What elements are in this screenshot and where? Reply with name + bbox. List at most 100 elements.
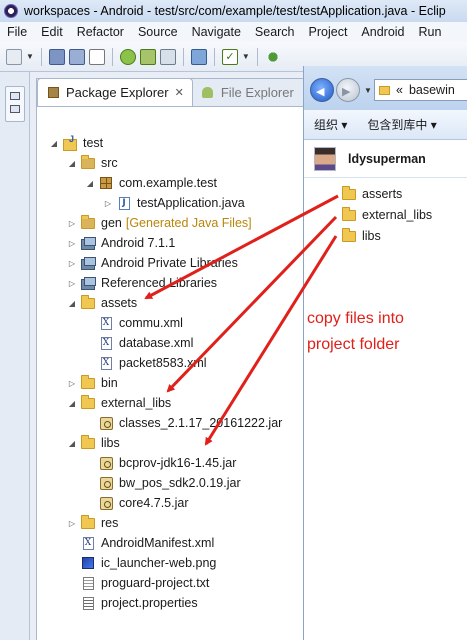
source-folder-icon (81, 154, 95, 170)
explorer-folder-external-libs[interactable]: external_libs (342, 205, 432, 225)
tree-item-android-library[interactable]: ▷ Android 7.1.1 (67, 233, 175, 253)
history-dropdown-icon[interactable]: ▼ (364, 86, 372, 95)
menu-refactor[interactable]: Refactor (70, 25, 131, 39)
avd-manager-icon[interactable] (139, 48, 156, 65)
toolbar-separator (40, 47, 42, 66)
folder-icon (81, 394, 95, 410)
tab-package-explorer[interactable]: Package Explorer ✕ (37, 78, 193, 106)
debug-icon[interactable] (264, 48, 281, 65)
library-icon (81, 276, 96, 290)
tree-item-assets[interactable]: ◢ assets (67, 293, 137, 313)
tree-item-classes-jar[interactable]: classes_2.1.17_20161222.jar (99, 413, 282, 433)
source-folder-icon (81, 214, 95, 230)
tree-item-test[interactable]: ◢ test (49, 133, 103, 153)
external-tools-icon[interactable] (190, 48, 207, 65)
expand-icon[interactable]: ▷ (67, 519, 77, 528)
package-explorer-panel: Package Explorer ✕ File Explorer ◢ test … (36, 78, 306, 640)
tree-item-libs[interactable]: ◢ libs (67, 433, 120, 453)
tree-item-label: libs (101, 436, 120, 450)
tree-item-label: gen (101, 216, 122, 230)
tab-package-explorer-label: Package Explorer (66, 85, 169, 100)
tree-item-packet-xml[interactable]: X packet8583.xml (99, 353, 207, 373)
tab-file-explorer[interactable]: File Explorer (193, 78, 302, 106)
address-bar[interactable]: « basewin (374, 79, 467, 101)
collapse-icon[interactable]: ◢ (85, 179, 95, 188)
expand-icon[interactable]: ▷ (67, 259, 77, 268)
tree-item-label: com.example.test (119, 176, 217, 190)
android-project-icon (63, 134, 77, 151)
tree-item-src[interactable]: ◢ src (67, 153, 118, 173)
tree-item-private-libraries[interactable]: ▷ Android Private Libraries (67, 253, 238, 273)
folder-label: libs (362, 229, 381, 243)
expand-icon[interactable]: ▷ (67, 219, 77, 228)
print-icon[interactable] (88, 48, 105, 65)
close-icon[interactable]: ✕ (175, 86, 184, 99)
expand-icon[interactable]: ▷ (103, 199, 113, 208)
tree-item-bin[interactable]: ▷ bin (67, 373, 118, 393)
xml-file-icon: X (99, 316, 113, 330)
collapse-icon[interactable]: ◢ (49, 139, 59, 148)
xml-file-icon: X (81, 536, 95, 550)
explorer-folder-asserts[interactable]: asserts (342, 184, 402, 204)
save-all-icon[interactable] (68, 48, 85, 65)
new-icon[interactable] (6, 48, 22, 65)
collapse-icon[interactable]: ◢ (67, 299, 77, 308)
annotation-text-line2: project folder (307, 336, 400, 353)
tree-item-android-manifest[interactable]: X AndroidManifest.xml (81, 533, 214, 553)
menu-search[interactable]: Search (248, 25, 302, 39)
tree-item-package[interactable]: ◢ com.example.test (85, 173, 217, 193)
menu-android[interactable]: Android (354, 25, 411, 39)
menu-source[interactable]: Source (131, 25, 185, 39)
include-in-library-button[interactable]: 包含到库中 ▾ (357, 116, 446, 133)
menu-edit[interactable]: Edit (34, 25, 70, 39)
lint-icon[interactable] (159, 48, 176, 65)
breadcrumb-overflow-icon[interactable]: « (396, 83, 403, 97)
title-bar: workspaces - Android - test/src/com/exam… (0, 0, 467, 22)
android-sdk-icon[interactable] (119, 48, 136, 65)
package-explorer-icon (46, 86, 60, 100)
restore-icon[interactable] (10, 92, 20, 100)
collapse-icon[interactable]: ◢ (67, 439, 77, 448)
tree-item-launcher-png[interactable]: ic_launcher-web.png (81, 553, 216, 573)
tree-item-database-xml[interactable]: X database.xml (99, 333, 193, 353)
user-name: ldysuperman (348, 151, 426, 166)
folder-icon (379, 85, 390, 95)
tree-item-res[interactable]: ▷ res (67, 513, 118, 533)
task-checkbox-icon[interactable]: ✓ (221, 48, 238, 65)
expand-icon[interactable]: ▷ (67, 279, 77, 288)
forward-button[interactable]: ▶ (336, 78, 360, 102)
package-icon (99, 176, 113, 190)
menu-project[interactable]: Project (302, 25, 355, 39)
collapse-icon[interactable]: ◢ (67, 159, 77, 168)
tree-item-bcprov-jar[interactable]: bcprov-jdk16-1.45.jar (99, 453, 236, 473)
tree-item-core-jar[interactable]: core4.7.5.jar (99, 493, 188, 513)
menu-run[interactable]: Run (412, 25, 449, 39)
expand-icon[interactable]: ▷ (67, 239, 77, 248)
package-explorer-mini-icon[interactable] (10, 105, 20, 113)
tree-item-bw-pos-sdk-jar[interactable]: bw_pos_sdk2.0.19.jar (99, 473, 241, 493)
explorer-folder-libs[interactable]: libs (342, 226, 381, 246)
tree-item-external-libs[interactable]: ◢ external_libs (67, 393, 171, 413)
expand-icon[interactable]: ▷ (67, 379, 77, 388)
tree-item-referenced-libraries[interactable]: ▷ Referenced Libraries (67, 273, 217, 293)
collapse-icon[interactable]: ◢ (67, 399, 77, 408)
left-trim-bar (0, 72, 30, 640)
save-icon[interactable] (48, 48, 65, 65)
new-dropdown-icon[interactable]: ▼ (26, 52, 34, 61)
back-button[interactable]: ◀ (310, 78, 334, 102)
organize-button[interactable]: 组织 ▾ (304, 116, 357, 133)
tree-item-proguard-txt[interactable]: proguard-project.txt (81, 573, 209, 593)
tree-item-label: Android 7.1.1 (101, 236, 176, 250)
tree-item-project-properties[interactable]: project.properties (81, 593, 198, 613)
command-bar: 组织 ▾ 包含到库中 ▾ (304, 110, 467, 140)
tree-item-java-file[interactable]: ▷ J testApplication.java (103, 193, 245, 213)
tree-item-label: assets (101, 296, 138, 310)
menu-navigate[interactable]: Navigate (185, 25, 248, 39)
annotation-text-line1: copy files into (307, 310, 404, 327)
menu-file[interactable]: File (0, 25, 34, 39)
explorer-address-area: ◀ ▶ ▼ « basewin (304, 66, 467, 110)
tree-item-label: AndroidManifest.xml (101, 536, 215, 550)
tree-item-gen[interactable]: ▷ gen [Generated Java Files] (67, 213, 252, 233)
tree-item-commu-xml[interactable]: X commu.xml (99, 313, 183, 333)
task-dropdown-icon[interactable]: ▼ (242, 52, 250, 61)
